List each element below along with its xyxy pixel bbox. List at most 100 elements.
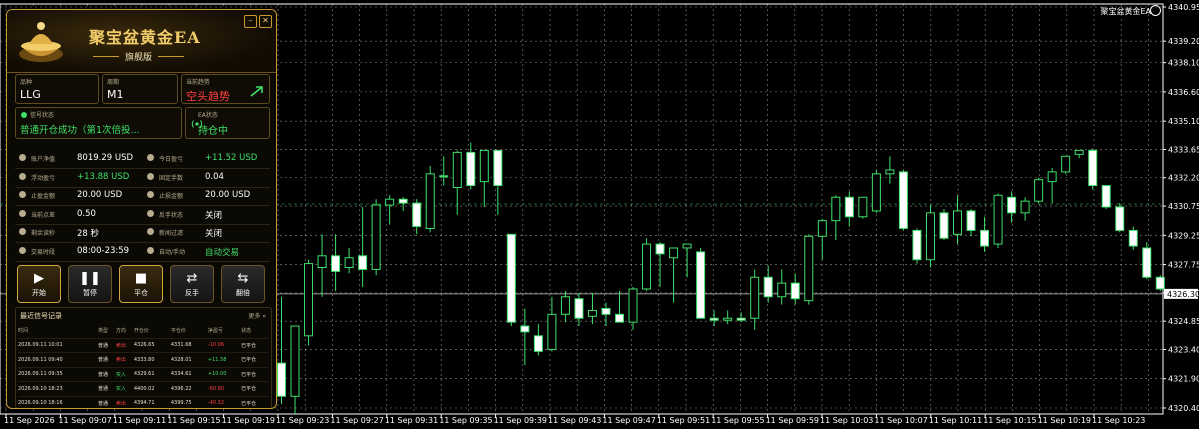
stat-value: 20.00 USD (77, 190, 123, 200)
time-tick-label: 11 Sep 10:15 (983, 416, 1036, 425)
stat-value: 28 秒 (77, 229, 100, 239)
candle (520, 308, 530, 366)
time-tick-label: 11 Sep 09:23 (276, 416, 329, 425)
table-cell: 卖出 (115, 352, 134, 367)
table-cell: 已平仓 (241, 366, 268, 382)
candle (1074, 149, 1084, 159)
candle (290, 325, 300, 414)
stat-icon (147, 154, 154, 161)
table-row[interactable]: 2026.09.11 10:01 普通 卖出 4326.65 4331.68 -10.06… (18, 337, 268, 353)
column-header: 平仓价 (170, 328, 186, 335)
table-cell: 4400.02 (133, 381, 171, 396)
candle (601, 302, 611, 327)
minimize-button[interactable]: – (244, 15, 257, 28)
table-cell: 2026.09.11 09:35 (18, 366, 98, 382)
candle (452, 150, 462, 215)
stat-value: 0.04 (205, 171, 224, 182)
control-button-3[interactable]: ■ 平仓 (119, 265, 163, 303)
table-cell: 普通 (97, 352, 116, 367)
stat-item: 剩余读秒 28 秒 (15, 225, 141, 242)
control-button-5[interactable]: ⇆ 翻倍 (221, 265, 265, 303)
stat-label: 今日盈亏 (159, 156, 184, 163)
table-row[interactable]: 2026.09.11 09:35 普通 买入 4329.61 4334.61 +10.00… (18, 366, 268, 382)
candle (1128, 226, 1138, 250)
candle (317, 234, 327, 297)
stat-item: 账户净值 8019.29 USD (15, 151, 141, 168)
stat-icon (19, 246, 26, 254)
table-cell: 普通 (97, 395, 116, 408)
candle (1047, 167, 1057, 204)
stat-label: 剩余读秒 (31, 230, 56, 237)
button-label: 开始 (32, 289, 46, 297)
candle (655, 242, 665, 288)
table-cell: -60.80 (207, 381, 242, 396)
price-tick-label: 4329.25 (1168, 231, 1199, 240)
stat-label: 自动/手动 (159, 248, 186, 256)
candle (777, 269, 787, 305)
column-header: 净盈亏 (207, 328, 223, 335)
ea-status-label: EA状态 (198, 112, 218, 119)
candle (953, 195, 962, 245)
panel-header[interactable]: 聚宝盆黄金EA 旗舰版 – ✕ (7, 10, 276, 73)
close-button[interactable]: ✕ (259, 15, 272, 28)
candle (1155, 275, 1165, 291)
candle (1020, 197, 1030, 221)
period-box: 周期 M1 (102, 74, 178, 104)
table-cell: 买入 (115, 366, 134, 382)
signal-icon (21, 112, 27, 118)
candle (993, 193, 1003, 248)
stat-icon (147, 209, 154, 217)
stat-label: 浮动盈亏 (31, 174, 56, 182)
candle (736, 312, 746, 323)
candle (615, 290, 624, 323)
period-label: 周期 (107, 79, 120, 86)
table-cell: 2026.09.11 09:40 (18, 352, 98, 367)
control-button-4[interactable]: ⇄ 反手 (170, 265, 214, 303)
price-tick-label: 4339.20 (1168, 37, 1199, 46)
panel-title: 聚宝盆黄金EA (89, 28, 201, 47)
control-button-1[interactable]: ▶ 开始 (17, 265, 61, 303)
stat-label: 账户净值 (31, 156, 56, 163)
price-tick-label: 4323.40 (1168, 345, 1199, 354)
candle (912, 228, 922, 264)
signal-table: 时间 类型 方向 开仓价 平仓价 净盈亏 状态 2026.09.11 10:01 普通 卖出 43… (18, 324, 268, 408)
signal-status-label: 信号状态 (30, 112, 55, 119)
price-tick-label: 4321.90 (1168, 375, 1199, 384)
button-icon: ⇄ (186, 271, 198, 286)
time-axis: 11 Sep 2026 11 Sep 09:07 11 Sep 09:11 11 Se… (4, 414, 1145, 425)
stat-label: 当前点差 (31, 211, 56, 219)
smiley-icon[interactable] (1150, 5, 1161, 16)
table-cell: 2026.09.10 18:23 (18, 381, 98, 396)
stat-value: 关闭 (205, 229, 223, 239)
stat-value: +13.88 USD (77, 171, 130, 182)
candle (344, 247, 354, 274)
table-row[interactable]: 2026.09.10 18:16 普通 卖出 4394.71 4399.75 -40.32… (18, 395, 268, 408)
table-row[interactable]: 2026.09.11 09:40 普通 卖出 4333.80 4328.01 +11.58… (18, 352, 268, 367)
control-button-2[interactable]: ❚❚ 暂停 (68, 265, 112, 303)
current-price-label: 4326.30 (1167, 290, 1199, 299)
button-icon: ⇆ (237, 271, 249, 286)
time-tick-label: 11 Sep 10:11 (929, 416, 982, 425)
candle (1101, 185, 1111, 209)
ea-status-value: 持仓中 (198, 126, 228, 137)
stat-value: 自动交易 (205, 247, 240, 258)
time-tick-label: 11 Sep 2026 (4, 416, 55, 425)
time-tick-label: 11 Sep 10:23 (1092, 416, 1145, 425)
price-tick-label: 4324.85 (1168, 317, 1199, 326)
price-tick-label: 4327.75 (1168, 261, 1199, 270)
stat-icon (147, 246, 154, 254)
column-header: 开仓价 (133, 328, 149, 335)
table-row[interactable]: 2026.09.10 18:23 普通 买入 4400.02 4396.22 -60.80… (18, 381, 268, 396)
more-link[interactable]: 更多 » (248, 311, 266, 320)
stat-value: +11.52 USD (205, 153, 258, 163)
column-header: 时间 (18, 328, 29, 335)
candlesticks (277, 142, 1165, 414)
table-cell: 已平仓 (241, 395, 268, 408)
candle (898, 169, 908, 231)
candle (547, 296, 557, 352)
table-cell: 4333.80 (133, 352, 171, 367)
table-cell: 4326.65 (133, 337, 171, 353)
stat-icon (19, 154, 26, 161)
candle (642, 238, 652, 291)
time-tick-label: 11 Sep 09:47 (602, 416, 655, 425)
